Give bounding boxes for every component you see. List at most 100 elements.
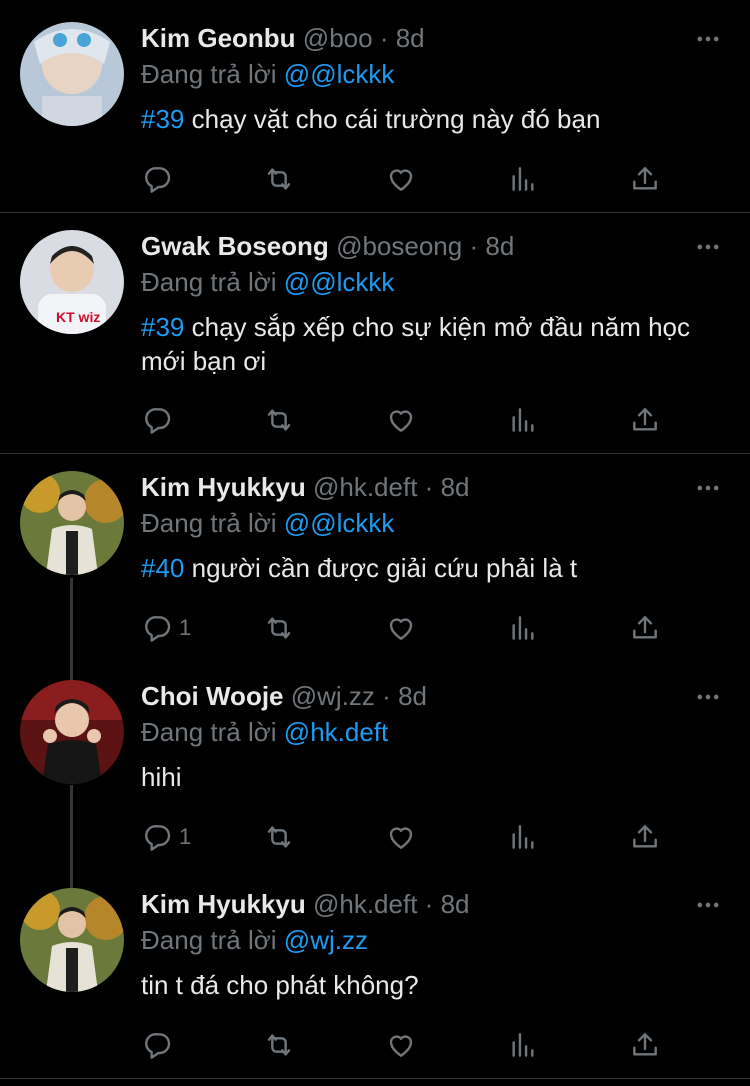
like-button[interactable] [385,162,417,196]
more-icon[interactable] [694,233,722,261]
retweet-button[interactable] [263,820,295,854]
views-button[interactable] [507,611,539,645]
mention-link[interactable]: @wj.zz [284,925,368,955]
display-name[interactable]: Kim Geonbu [141,23,296,53]
timestamp[interactable]: 8d [485,231,514,261]
tweet[interactable]: Kim Geonbu @boo · 8d Đang trả lời @@lckk… [0,0,750,212]
heart-icon [385,612,417,644]
reply-icon [141,1029,173,1061]
replying-to: Đang trả lời @hk.deft [141,716,388,748]
tweet-actions [141,1028,661,1062]
hashtag-link[interactable]: #40 [141,553,184,583]
separator: · [379,23,389,53]
handle[interactable]: @wj.zz [291,681,375,711]
mention-link[interactable]: @@lckkk [284,508,395,538]
like-button[interactable] [385,403,417,437]
timestamp[interactable]: 8d [396,23,425,53]
reply-icon [141,163,173,195]
views-button[interactable] [507,403,539,437]
avatar[interactable] [20,22,124,126]
retweet-button[interactable] [263,611,295,645]
timestamp[interactable]: 8d [441,889,470,919]
more-icon[interactable] [694,25,722,53]
mention-link[interactable]: @hk.deft [284,717,388,747]
avatar[interactable]: KT wiz [20,230,124,334]
tweet-actions: 1 [141,820,661,854]
tweet-actions [141,162,661,196]
tweet-body: hihi [141,762,182,792]
views-icon [507,404,539,436]
share-icon [629,612,661,644]
tweet[interactable]: Choi Wooje @wj.zz · 8d Đang trả lời @hk.… [0,664,750,874]
heart-icon [385,1029,417,1061]
mention-link[interactable]: @@lckkk [284,267,395,297]
tweet[interactable]: Kim Hyukkyu @hk.deft · 8d Đang trả lời @… [0,454,750,668]
share-button[interactable] [629,611,661,645]
heart-icon [385,163,417,195]
like-button[interactable] [385,820,417,854]
tweet-text: tin t đá cho phát không? [141,968,721,1002]
display-name[interactable]: Kim Hyukkyu [141,472,306,502]
display-name[interactable]: Gwak Boseong [141,231,329,261]
heart-icon [385,404,417,436]
views-icon [507,1029,539,1061]
avatar[interactable] [20,680,124,784]
more-icon[interactable] [694,474,722,502]
avatar[interactable] [20,888,124,992]
handle[interactable]: @hk.deft [313,889,417,919]
views-icon [507,163,539,195]
avatar[interactable] [20,471,124,575]
more-icon[interactable] [694,683,722,711]
share-button[interactable] [629,820,661,854]
reply-button[interactable] [141,403,179,437]
handle[interactable]: @boo [303,23,373,53]
retweet-button[interactable] [263,162,295,196]
reply-button[interactable]: 1 [141,820,191,854]
share-button[interactable] [629,403,661,437]
replying-to: Đang trả lời @@lckkk [141,58,394,90]
handle[interactable]: @hk.deft [313,472,417,502]
replying-prefix: Đang trả lời [141,717,277,747]
tweet-text: #40 người cần được giải cứu phải là t [141,551,721,585]
divider [0,1078,750,1079]
tweet-text: #39 chạy vặt cho cái trường này đó bạn [141,102,721,136]
share-button[interactable] [629,1028,661,1062]
reply-button[interactable] [141,162,179,196]
replying-prefix: Đang trả lời [141,267,277,297]
separator: · [424,472,434,502]
timestamp[interactable]: 8d [441,472,470,502]
reply-icon [141,404,173,436]
views-button[interactable] [507,820,539,854]
replying-prefix: Đang trả lời [141,925,277,955]
like-button[interactable] [385,1028,417,1062]
hashtag-link[interactable]: #39 [141,312,184,342]
tweet[interactable]: Kim Hyukkyu @hk.deft · 8d Đang trả lời @… [0,872,750,1080]
tweet-actions: 1 [141,611,661,645]
retweet-icon [263,404,295,436]
reply-button[interactable] [141,1028,179,1062]
tweet[interactable]: KT wiz Gwak Boseong @boseong · 8d Đang t… [0,213,750,453]
tweet-body: tin t đá cho phát không? [141,970,419,1000]
views-button[interactable] [507,162,539,196]
svg-text:KT wiz: KT wiz [56,309,100,325]
more-icon[interactable] [694,891,722,919]
timestamp[interactable]: 8d [398,681,427,711]
retweet-icon [263,163,295,195]
reply-button[interactable]: 1 [141,611,191,645]
like-button[interactable] [385,611,417,645]
retweet-icon [263,612,295,644]
hashtag-link[interactable]: #39 [141,104,184,134]
tweet-text: hihi [141,760,721,794]
tweet-text: #39 chạy sắp xếp cho sự kiện mở đầu năm … [141,310,721,378]
share-button[interactable] [629,162,661,196]
handle[interactable]: @boseong [336,231,462,261]
tweet-header: Gwak Boseong @boseong · 8d [141,230,514,262]
mention-link[interactable]: @@lckkk [284,59,395,89]
retweet-button[interactable] [263,403,295,437]
display-name[interactable]: Choi Wooje [141,681,284,711]
retweet-button[interactable] [263,1028,295,1062]
views-button[interactable] [507,1028,539,1062]
display-name[interactable]: Kim Hyukkyu [141,889,306,919]
replying-prefix: Đang trả lời [141,59,277,89]
tweet-header: Choi Wooje @wj.zz · 8d [141,680,427,712]
